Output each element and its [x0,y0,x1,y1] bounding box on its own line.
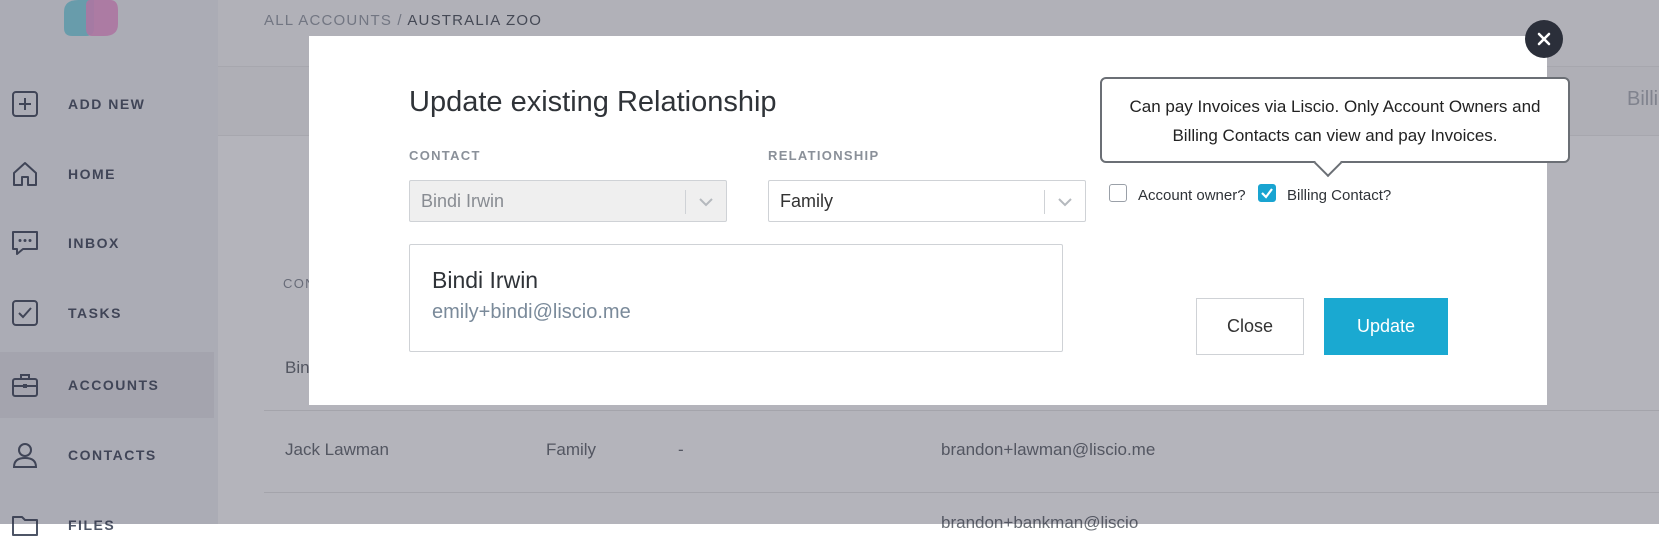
contact-card-email: emily+bindi@liscio.me [432,301,631,323]
contact-select: Bindi Irwin [409,180,727,222]
billing-contact-checkbox[interactable] [1258,184,1276,202]
tooltip-text: Can pay Invoices via Liscio. Only Accoun… [1129,97,1541,145]
account-owner-label[interactable]: Account owner? [1138,187,1246,204]
close-button[interactable]: Close [1196,298,1304,355]
billing-contact-label[interactable]: Billing Contact? [1287,187,1391,204]
relationship-select[interactable]: Family [768,180,1086,222]
contact-label: CONTACT [409,148,481,163]
chevron-down-icon [698,194,714,210]
relationship-select-value: Family [780,191,833,211]
select-separator [685,190,686,214]
relationship-label: RELATIONSHIP [768,148,880,163]
chevron-down-icon[interactable] [1057,194,1073,210]
contact-card-name: Bindi Irwin [432,267,539,293]
billing-contact-tooltip: Can pay Invoices via Liscio. Only Accoun… [1100,77,1570,178]
account-owner-checkbox[interactable] [1109,184,1127,202]
contact-select-value: Bindi Irwin [421,191,505,211]
checkmark-icon [1261,188,1273,199]
contact-card: Bindi Irwin emily+bindi@liscio.me [409,244,1063,352]
modal-title: Update existing Relationship [409,86,777,118]
select-separator [1044,190,1045,214]
update-button[interactable]: Update [1324,298,1448,355]
close-icon[interactable] [1525,20,1563,58]
